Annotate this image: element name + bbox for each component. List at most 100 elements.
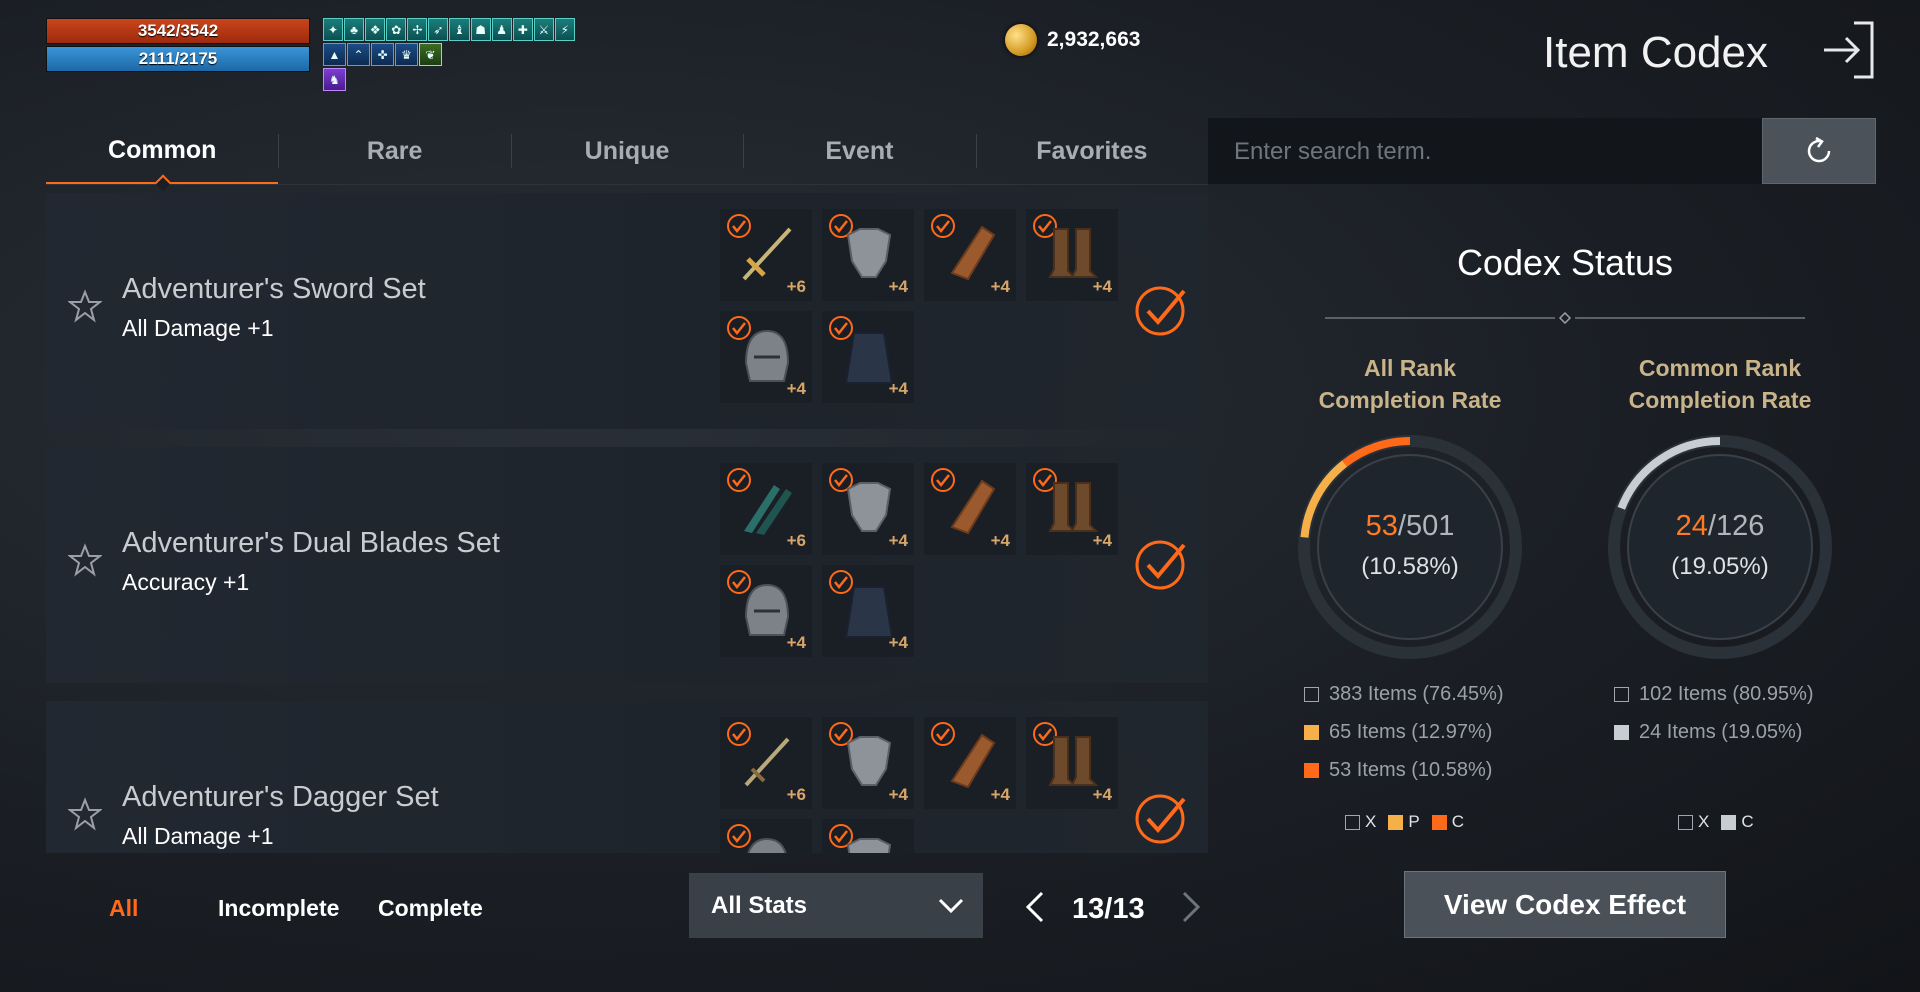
gold-display: 2,932,663: [1005, 24, 1140, 56]
item-slot[interactable]: +6: [720, 209, 812, 301]
previous-page-icon[interactable]: [1024, 890, 1046, 924]
set-stat: All Damage +1: [122, 823, 274, 849]
all-rank-key: X P C: [1345, 812, 1464, 832]
buff-icon[interactable]: ▲: [323, 43, 346, 66]
all-rank-title: All Rank Completion Rate: [1318, 355, 1502, 413]
enhance-level: +4: [1092, 531, 1112, 550]
enhance-level: +4: [1092, 277, 1112, 296]
item-slot[interactable]: +4: [1026, 209, 1118, 301]
hp-value: 3542/3542: [137, 21, 219, 40]
all-rank-count: 53/501: [1365, 510, 1455, 542]
exit-icon[interactable]: [1820, 20, 1876, 80]
codex-status-title: Codex Status: [1456, 242, 1674, 283]
tab-common[interactable]: Common: [46, 118, 279, 184]
tab-favorites[interactable]: Favorites: [975, 118, 1208, 184]
enhance-level: +4: [888, 379, 908, 398]
all-rank-percent: (10.58%): [1361, 553, 1459, 580]
set-name: Adventurer's Sword Set: [122, 273, 426, 305]
tab-rare[interactable]: Rare: [278, 118, 510, 184]
buff-icon[interactable]: ♞: [323, 68, 346, 91]
item-slot[interactable]: +4: [720, 311, 812, 403]
enhance-level: +4: [786, 633, 806, 652]
buff-icon[interactable]: ✦: [323, 18, 344, 41]
set-list: Adventurer's Sword Set All Damage +1 +6 …: [46, 193, 1208, 853]
buff-icon[interactable]: ♝: [449, 18, 470, 41]
tab-unique[interactable]: Unique: [510, 118, 743, 184]
buff-icon[interactable]: ♛: [395, 43, 418, 66]
item-slot[interactable]: +4: [924, 463, 1016, 555]
view-codex-effect-button[interactable]: View Codex Effect: [1404, 871, 1726, 938]
set-stat: All Damage +1: [122, 315, 274, 341]
refresh-icon: [1807, 136, 1831, 163]
item-slot[interactable]: [822, 819, 914, 853]
filter-complete[interactable]: Complete: [378, 895, 483, 922]
buff-icon[interactable]: ⌃: [347, 43, 370, 66]
page-indicator: 13/13: [1072, 893, 1145, 925]
item-slot[interactable]: +4: [1026, 463, 1118, 555]
filter-all[interactable]: All: [109, 895, 138, 922]
mp-bar: 2111/2175: [46, 46, 310, 72]
item-slot[interactable]: +4: [924, 209, 1016, 301]
legend-partial: 65 Items (12.97%): [1304, 721, 1492, 744]
set-row[interactable]: Adventurer's Dagger Set All Damage +1 +6…: [46, 701, 1208, 853]
reset-search-button[interactable]: [1762, 118, 1876, 184]
buff-icon[interactable]: ♣: [344, 18, 365, 41]
set-name: Adventurer's Dual Blades Set: [122, 527, 500, 559]
item-slot[interactable]: +4: [822, 565, 914, 657]
item-slot[interactable]: +6: [720, 717, 812, 809]
set-stat: Accuracy +1: [122, 569, 250, 595]
enhance-level: +6: [786, 531, 806, 550]
enhance-level: +4: [1092, 785, 1112, 804]
item-slot[interactable]: +4: [924, 717, 1016, 809]
chest-armor-icon: [846, 838, 892, 853]
buff-icon[interactable]: ✜: [371, 43, 394, 66]
all-rank-progress-ring: [1298, 435, 1522, 659]
buff-icon[interactable]: ✢: [407, 18, 428, 41]
set-complete-check-icon: [1135, 794, 1186, 844]
stats-dropdown[interactable]: All Stats: [689, 873, 983, 938]
set-complete-check-icon: [1135, 286, 1186, 336]
search-box: [1208, 118, 1776, 186]
legend-uncollected: 383 Items (76.45%): [1304, 683, 1504, 706]
buff-icon[interactable]: ❖: [365, 18, 386, 41]
stats-dropdown-value: All Stats: [711, 891, 808, 919]
enhance-level: +4: [888, 785, 908, 804]
favorite-star-icon[interactable]: [68, 543, 102, 577]
buff-icon[interactable]: ❦: [419, 43, 442, 66]
buff-icons: ✦ ♣ ❖ ✿ ✢ ➶ ♝ ☗ ♟ ✚ ⚔ ⚡ ▲ ⌃ ✜ ♛ ❦ ♞: [323, 18, 575, 93]
enhance-level: +6: [786, 785, 806, 804]
item-slot[interactable]: +4: [822, 717, 914, 809]
item-slot[interactable]: +4: [822, 209, 914, 301]
next-page-icon[interactable]: [1180, 890, 1202, 924]
buff-icon[interactable]: ♟: [491, 18, 512, 41]
buff-icon[interactable]: ☗: [470, 18, 491, 41]
item-slot[interactable]: +6: [720, 463, 812, 555]
common-rank-title: Common Rank Completion Rate: [1628, 355, 1812, 413]
common-rank-count: 24/126: [1675, 510, 1765, 542]
buff-icon[interactable]: ⚡: [554, 18, 575, 41]
set-row[interactable]: Adventurer's Dual Blades Set Accuracy +1…: [46, 447, 1208, 683]
buff-icon[interactable]: ➶: [428, 18, 449, 41]
set-row[interactable]: Adventurer's Sword Set All Damage +1 +6 …: [46, 193, 1208, 429]
set-name: Adventurer's Dagger Set: [122, 781, 439, 813]
item-slot[interactable]: +4: [822, 463, 914, 555]
legend-complete: 53 Items (10.58%): [1304, 759, 1492, 782]
page-title: Item Codex: [1543, 28, 1768, 77]
filter-incomplete[interactable]: Incomplete: [218, 895, 339, 922]
buff-icon[interactable]: ⚔: [533, 18, 554, 41]
enhance-level: +4: [888, 531, 908, 550]
buff-icon[interactable]: ✚: [512, 18, 533, 41]
common-rank-key: X C: [1678, 812, 1754, 832]
item-slot[interactable]: +4: [1026, 717, 1118, 809]
item-slot[interactable]: +4: [822, 311, 914, 403]
tab-event[interactable]: Event: [743, 118, 975, 184]
search-input[interactable]: [1208, 118, 1776, 186]
favorite-star-icon[interactable]: [68, 797, 102, 831]
enhance-level: +4: [888, 277, 908, 296]
favorite-star-icon[interactable]: [68, 289, 102, 323]
title-divider: [1325, 312, 1805, 324]
item-slot[interactable]: [720, 819, 812, 853]
hp-bar: 3542/3542: [46, 18, 310, 44]
item-slot[interactable]: +4: [720, 565, 812, 657]
buff-icon[interactable]: ✿: [386, 18, 407, 41]
